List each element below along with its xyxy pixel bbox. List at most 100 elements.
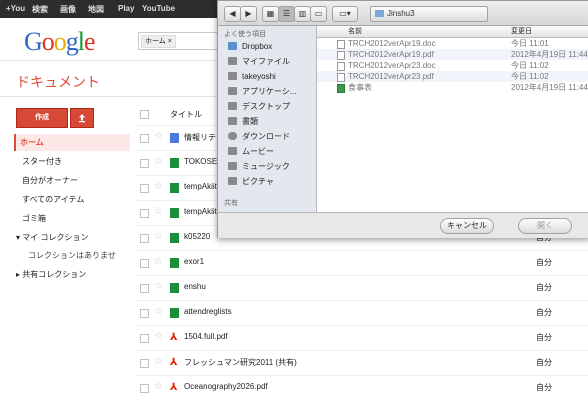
back-button[interactable]: ◀ [224, 6, 241, 22]
sidebar-item-music[interactable]: ミュージック [228, 161, 290, 173]
file-title[interactable]: tempAkiit [184, 182, 217, 191]
row-checkbox[interactable] [140, 234, 149, 243]
nav-trash[interactable]: ゴミ箱 [14, 210, 136, 227]
sidebar-item-home[interactable]: takeyoshi [228, 71, 276, 83]
sidebar-item-pictures[interactable]: ピクチャ [228, 176, 274, 188]
file-title[interactable]: tempAkiit [184, 207, 217, 216]
dialog-file-row[interactable]: TRCH2012verApr19.doc 今日 11:01 [317, 38, 588, 49]
upload-icon [79, 114, 85, 123]
nav-starred[interactable]: スター付き [14, 153, 136, 170]
nav-owned-by-me[interactable]: 自分がオーナー [14, 172, 136, 189]
open-button[interactable]: 開く [518, 218, 572, 234]
row-checkbox[interactable] [140, 134, 149, 143]
row-checkbox[interactable] [140, 334, 149, 343]
row-checkbox[interactable] [140, 184, 149, 193]
sidebar-item-my-files[interactable]: マイファイル [228, 56, 290, 68]
search-filter-chip[interactable]: ホーム × [141, 35, 176, 48]
row-checkbox[interactable] [140, 359, 149, 368]
file-owner: 自分 [536, 358, 552, 367]
nav-all-items[interactable]: すべてのアイテム [14, 191, 136, 208]
create-button[interactable]: 作成 [16, 108, 68, 128]
documents-icon [228, 117, 237, 125]
star-icon[interactable]: ☆ [154, 156, 163, 167]
movies-icon [228, 147, 237, 155]
dialog-file-list: 名前 変更日 TRCH2012verApr19.doc 今日 11:01 TRCH… [317, 26, 588, 212]
file-title[interactable]: Oceanography2026.pdf [184, 382, 268, 391]
sidebar-item-downloads[interactable]: ダウンロード [228, 131, 290, 143]
current-folder-name: Jinshu3 [387, 9, 415, 18]
spreadsheet-icon [170, 308, 179, 318]
file-title[interactable]: exor1 [184, 257, 204, 266]
file-title[interactable]: attendreglists [184, 307, 232, 316]
row-checkbox[interactable] [140, 259, 149, 268]
file-row[interactable]: ☆ enshu 自分 [136, 275, 588, 300]
file-title[interactable]: enshu [184, 282, 206, 291]
icon-view-button[interactable]: ▦ [262, 6, 279, 22]
name-column-header[interactable]: 名前 [348, 26, 362, 37]
sidebar-item-dropbox[interactable]: Dropbox [228, 41, 272, 53]
pdf-icon: ⅄ [170, 332, 178, 343]
sidebar-item-movies[interactable]: ムービー [228, 146, 274, 158]
file-title[interactable]: 1504.full.pdf [184, 332, 228, 341]
file-title[interactable]: k05220 [184, 232, 210, 241]
row-checkbox[interactable] [140, 284, 149, 293]
select-all-checkbox[interactable] [140, 110, 149, 119]
favorites-header: よく使う項目 [224, 31, 266, 38]
sidebar-item-applications[interactable]: アプリケーシ... [228, 86, 297, 98]
arrange-menu-button[interactable]: ▭▾ [332, 6, 358, 22]
desktop-icon [228, 102, 237, 110]
star-icon[interactable]: ☆ [154, 181, 163, 192]
file-row[interactable]: ☆ attendreglists 自分 [136, 300, 588, 325]
star-icon[interactable]: ☆ [154, 281, 163, 292]
google-logo[interactable]: Google [24, 27, 96, 57]
nav-shared-collections[interactable]: ▸ 共有コレクション [14, 266, 130, 283]
nav-home[interactable]: ホーム [14, 134, 130, 151]
star-icon[interactable]: ☆ [154, 306, 163, 317]
forward-button[interactable]: ▶ [240, 6, 257, 22]
star-icon[interactable]: ☆ [154, 356, 163, 367]
row-checkbox[interactable] [140, 209, 149, 218]
star-icon[interactable]: ☆ [154, 331, 163, 342]
file-row[interactable]: ☆ ⅄ Oceanography2026.pdf 自分 [136, 375, 588, 400]
date-column-header[interactable]: 変更日 [511, 26, 532, 37]
spreadsheet-icon [170, 158, 179, 168]
dialog-footer: キャンセル 開く [218, 212, 588, 238]
star-icon[interactable]: ☆ [154, 206, 163, 217]
topbar-link-search[interactable]: 検索 [32, 4, 48, 15]
topbar-link-maps[interactable]: 地図 [88, 4, 104, 15]
sidebar-item-desktop[interactable]: デスクトップ [228, 101, 290, 113]
downloads-icon [228, 132, 237, 140]
star-icon[interactable]: ☆ [154, 256, 163, 267]
file-title[interactable]: 情報リテ [184, 132, 216, 143]
file-row[interactable]: ☆ ⅄ 1504.full.pdf 自分 [136, 325, 588, 350]
topbar-link-you[interactable]: +You [6, 4, 25, 13]
title-column-header[interactable]: タイトル [170, 109, 202, 120]
coverflow-view-button[interactable]: ▭ [310, 6, 327, 22]
row-checkbox[interactable] [140, 384, 149, 393]
file-title[interactable]: フレッシュマン研究2011 (共有) [184, 357, 297, 368]
upload-button[interactable] [70, 108, 94, 128]
row-checkbox[interactable] [140, 159, 149, 168]
topbar-link-images[interactable]: 画像 [60, 4, 76, 15]
file-icon [337, 40, 345, 49]
dialog-file-row[interactable]: 食事表 2012年4月19日 11:44 [317, 82, 588, 93]
dialog-file-row[interactable]: TRCH2012verApr23.pdf 今日 11:02 [317, 71, 588, 82]
file-title[interactable]: TOKOSE [184, 157, 217, 166]
file-row[interactable]: ☆ ⅄ フレッシュマン研究2011 (共有) 自分 [136, 350, 588, 375]
folder-path-select[interactable]: Jinshu3 [370, 6, 488, 22]
file-row[interactable]: ☆ exor1 自分 [136, 250, 588, 275]
dialog-file-row[interactable]: TRCH2012verApr23.doc 今日 11:02 [317, 60, 588, 71]
cancel-button[interactable]: キャンセル [440, 218, 494, 234]
star-icon[interactable]: ☆ [154, 231, 163, 242]
file-owner: 自分 [536, 308, 552, 317]
topbar-link-play[interactable]: Play [118, 4, 134, 13]
column-view-button[interactable]: ▥ [294, 6, 311, 22]
row-checkbox[interactable] [140, 309, 149, 318]
dialog-file-row[interactable]: TRCH2012verApr19.pdf 2012年4月19日 11:44 [317, 49, 588, 60]
topbar-link-youtube[interactable]: YouTube [142, 4, 175, 13]
star-icon[interactable]: ☆ [154, 131, 163, 142]
list-view-button[interactable]: ☰ [278, 6, 295, 22]
star-icon[interactable]: ☆ [154, 381, 163, 392]
sidebar-item-documents[interactable]: 書類 [228, 116, 258, 128]
nav-my-collections[interactable]: ▾ マイ コレクション [14, 229, 130, 246]
